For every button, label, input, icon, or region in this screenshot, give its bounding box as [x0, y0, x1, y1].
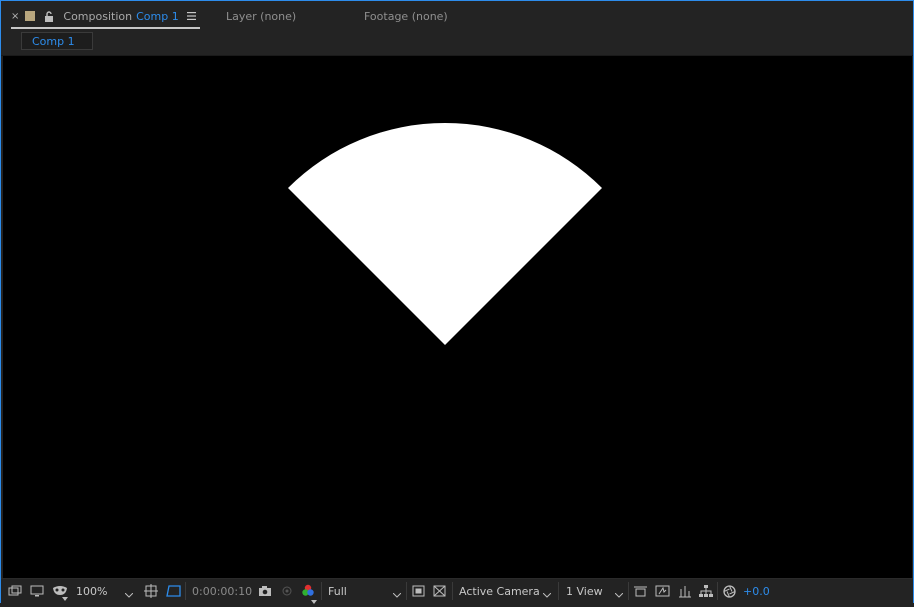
transparency-grid-icon[interactable] [433, 579, 446, 603]
current-time-display[interactable]: 0:00:00:10 [192, 579, 252, 603]
lock-icon[interactable] [44, 10, 54, 22]
tab-comp-name: Comp 1 [136, 9, 179, 23]
zoom-chevron-icon [124, 588, 134, 601]
toolbar-divider [628, 582, 629, 600]
tab-footage[interactable]: Footage (none) [364, 10, 448, 23]
viewer-toolbar: 100% 0:00:00:10 Full Active Camera 1 Vie… [1, 578, 913, 604]
chevron-down-icon [62, 591, 68, 604]
toolbar-divider [406, 582, 407, 600]
always-preview-icon[interactable] [8, 579, 22, 603]
show-snapshot-icon[interactable] [280, 579, 294, 603]
channels-chevron-icon [311, 594, 317, 607]
reset-exposure-icon[interactable] [723, 579, 736, 603]
zoom-dropdown[interactable]: 100% [76, 579, 107, 603]
toolbar-divider [185, 582, 186, 600]
views-dropdown[interactable]: 1 View [566, 579, 603, 603]
3d-renderer-icon[interactable] [633, 579, 648, 603]
composition-tab[interactable]: × Composition Comp 1 [11, 5, 200, 29]
breadcrumb[interactable]: Comp 1 [21, 32, 93, 50]
panel-menu-icon[interactable] [186, 12, 196, 20]
close-icon[interactable]: × [11, 11, 19, 22]
resolution-chevron-icon [392, 588, 402, 601]
panel-tab-bar: × Composition Comp 1 Layer (none) Footag… [1, 1, 913, 31]
draft-3d-icon[interactable] [655, 579, 670, 603]
camera-dropdown[interactable]: Active Camera [459, 579, 540, 603]
tab-label: Composition [63, 9, 133, 23]
viewer-canvas [288, 122, 602, 345]
safe-zones-icon[interactable] [144, 579, 158, 603]
breadcrumb-bar: Comp 1 [1, 31, 913, 56]
composition-panel: × Composition Comp 1 Layer (none) Footag… [0, 0, 914, 604]
views-chevron-icon [614, 588, 624, 601]
camera-chevron-icon [542, 588, 552, 601]
exposure-value[interactable]: +0.0 [743, 579, 770, 603]
tab-layer[interactable]: Layer (none) [226, 10, 296, 23]
wedge-shape[interactable] [288, 122, 602, 345]
toolbar-divider [452, 582, 453, 600]
toolbar-divider [321, 582, 322, 600]
comp-color-swatch-icon [25, 11, 36, 21]
region-of-interest-icon[interactable] [166, 579, 181, 603]
toolbar-divider [558, 582, 559, 600]
toolbar-divider [717, 582, 718, 600]
fast-preview-icon[interactable] [412, 579, 425, 603]
flowchart-icon[interactable] [699, 579, 713, 603]
resolution-dropdown[interactable]: Full [328, 579, 347, 603]
composition-viewer[interactable] [3, 56, 912, 578]
extended-viewer-icon[interactable] [678, 579, 692, 603]
monitor-icon[interactable] [30, 579, 44, 603]
snapshot-icon[interactable] [258, 579, 272, 603]
